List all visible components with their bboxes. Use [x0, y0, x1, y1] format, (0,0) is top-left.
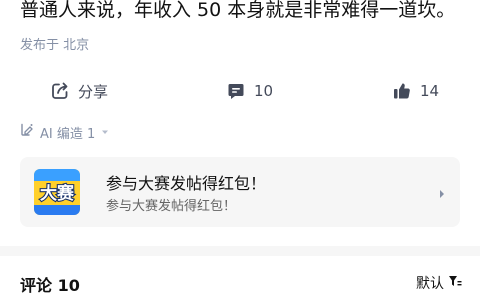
- contest-thumb-text: 大赛: [40, 183, 75, 204]
- comment-icon: [226, 81, 246, 101]
- post-location: 发布于 北京: [20, 38, 90, 53]
- ai-edit-row[interactable]: AI 编造 1: [20, 122, 109, 142]
- comment-button[interactable]: 10: [226, 78, 273, 104]
- ai-edit-icon: [20, 123, 34, 141]
- ai-edit-label: AI 编造 1: [40, 126, 96, 142]
- post-text: 普通人来说，年收入 50 本身就是非常难得一道坎。: [20, 0, 456, 21]
- action-bar: 分享 10 14: [0, 78, 480, 104]
- contest-thumbnail: 大赛: [34, 169, 80, 215]
- like-button[interactable]: 14: [392, 78, 439, 104]
- contest-subtitle: 参与大赛发帖得红包！: [106, 199, 237, 214]
- contest-card[interactable]: 大赛 参与大赛发帖得红包！ 参与大赛发帖得红包！: [20, 157, 460, 227]
- sort-dropdown[interactable]: 默认: [416, 273, 462, 293]
- chevron-right-icon: [438, 185, 446, 204]
- sort-filter-icon: [448, 274, 462, 292]
- sort-label: 默认: [416, 276, 444, 292]
- thumbs-up-icon: [392, 81, 412, 101]
- like-count: 14: [420, 82, 440, 100]
- section-divider: [0, 246, 480, 256]
- share-label: 分享: [78, 82, 109, 101]
- share-button[interactable]: 分享: [50, 78, 108, 104]
- chevron-down-icon: [101, 125, 109, 140]
- share-icon: [50, 81, 70, 101]
- comments-header: 评论 10: [20, 276, 80, 295]
- contest-title: 参与大赛发帖得红包！: [106, 174, 267, 193]
- comment-count: 10: [254, 82, 274, 100]
